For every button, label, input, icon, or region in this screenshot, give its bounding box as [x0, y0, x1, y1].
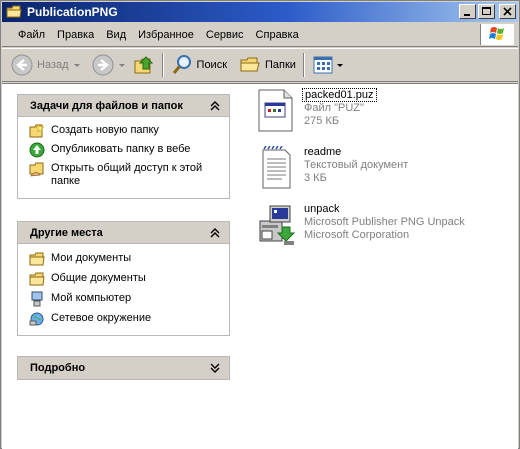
- views-icon: [313, 56, 333, 74]
- folders-label: Папки: [265, 59, 296, 71]
- forward-arrow-icon: [92, 54, 114, 76]
- close-icon: [503, 7, 512, 16]
- file-type: Текстовый документ: [304, 159, 409, 171]
- file-size: 275 КБ: [304, 115, 340, 127]
- file-item[interactable]: unpack Microsoft Publisher PNG Unpack Mi…: [256, 203, 465, 247]
- folders-button[interactable]: Папки: [236, 52, 299, 78]
- place-my-computer[interactable]: Мой компьютер: [29, 291, 229, 307]
- details-pane: Подробно: [17, 356, 230, 380]
- file-type: Microsoft Publisher PNG Unpack: [304, 216, 465, 228]
- back-button[interactable]: Назад: [8, 52, 83, 78]
- folder-icon: [6, 5, 22, 19]
- maximize-button[interactable]: [478, 4, 495, 19]
- toolbar: Назад Поиск Папки: [2, 48, 518, 82]
- place-label: Мои документы: [51, 252, 132, 264]
- place-label: Сетевое окружение: [51, 312, 152, 324]
- menu-file[interactable]: Файл: [12, 29, 51, 41]
- place-my-documents[interactable]: Мои документы: [29, 252, 229, 267]
- installer-icon: [259, 205, 296, 245]
- my-computer-icon: [31, 291, 43, 307]
- toolbar-separator: [161, 53, 164, 77]
- back-label: Назад: [37, 59, 69, 71]
- views-button[interactable]: [309, 52, 346, 78]
- folder-up-icon: [134, 56, 153, 74]
- place-network[interactable]: Сетевое окружение: [29, 312, 229, 327]
- search-label: Поиск: [196, 59, 228, 71]
- task-label: Открыть общий доступ к этой папке: [51, 162, 203, 187]
- search-button[interactable]: Поиск: [168, 52, 230, 78]
- chevron-up-icon[interactable]: [210, 228, 220, 238]
- file-type: Файл "PUZ": [304, 102, 364, 114]
- folders-icon: [240, 57, 260, 72]
- place-label: Общие документы: [51, 272, 146, 284]
- file-tasks-title: Задачи для файлов и папок: [30, 99, 183, 112]
- menu-view[interactable]: Вид: [100, 29, 132, 41]
- title-bar[interactable]: PublicationPNG: [2, 2, 518, 22]
- publish-web-icon: [29, 142, 45, 158]
- menu-favorites[interactable]: Избранное: [132, 29, 200, 41]
- toolbar-separator: [302, 53, 305, 77]
- back-arrow-icon: [11, 54, 33, 76]
- forward-dropdown-icon[interactable]: [118, 63, 125, 67]
- forward-button[interactable]: [89, 52, 128, 78]
- file-company: Microsoft Corporation: [304, 229, 410, 241]
- maximize-icon: [482, 7, 491, 15]
- details-header[interactable]: Подробно: [18, 357, 229, 379]
- chevron-up-icon[interactable]: [210, 101, 220, 111]
- menu-tools[interactable]: Сервис: [200, 29, 250, 41]
- file-tasks-pane: Задачи для файлов и папок Создать новую …: [17, 94, 230, 199]
- file-size: 3 КБ: [304, 172, 327, 184]
- share-folder-icon: [29, 162, 44, 177]
- views-dropdown-icon[interactable]: [336, 63, 343, 67]
- task-label: Создать новую папку: [51, 124, 159, 136]
- details-title: Подробно: [30, 362, 86, 374]
- minimize-button[interactable]: [459, 4, 476, 19]
- search-icon: [172, 55, 191, 74]
- up-button[interactable]: [130, 52, 158, 78]
- task-new-folder[interactable]: Создать новую папку: [29, 123, 229, 139]
- menu-edit[interactable]: Правка: [51, 29, 100, 41]
- minimize-icon: [464, 14, 470, 16]
- explorer-window: PublicationPNG Файл Правка Вид Избранное…: [0, 0, 520, 449]
- place-shared-documents[interactable]: Общие документы: [29, 272, 229, 287]
- back-dropdown-icon[interactable]: [73, 63, 80, 67]
- file-name: packed01.puz: [302, 88, 377, 102]
- file-tasks-header[interactable]: Задачи для файлов и папок: [18, 95, 229, 117]
- other-places-pane: Другие места Мои документы Общие докумен…: [17, 221, 230, 336]
- menu-help[interactable]: Справка: [250, 29, 305, 41]
- chevron-down-icon[interactable]: [210, 363, 220, 373]
- network-icon: [29, 312, 44, 326]
- task-publish-web[interactable]: Опубликовать папку в вебе: [29, 142, 229, 158]
- windows-logo-icon: [480, 24, 514, 45]
- file-item[interactable]: packed01.puz Файл "PUZ" 275 КБ: [256, 88, 377, 133]
- file-name: unpack: [304, 203, 340, 215]
- file-name: readme: [304, 146, 342, 158]
- file-item[interactable]: readme Текстовый документ 3 КБ: [256, 146, 408, 190]
- menu-bar: Файл Правка Вид Избранное Сервис Справка: [2, 23, 518, 47]
- shared-documents-icon: [29, 272, 45, 286]
- my-documents-icon: [29, 252, 45, 266]
- task-share-folder[interactable]: Открыть общий доступ к этой папке: [29, 162, 229, 188]
- window-title: PublicationPNG: [27, 5, 118, 19]
- new-folder-icon: [29, 123, 45, 138]
- other-places-title: Другие места: [30, 226, 103, 239]
- text-document-icon: [262, 146, 291, 189]
- task-label: Опубликовать папку в вебе: [51, 143, 191, 155]
- place-label: Мой компьютер: [51, 292, 132, 304]
- content-area: Задачи для файлов и папок Создать новую …: [2, 83, 518, 449]
- close-button[interactable]: [499, 4, 516, 19]
- other-places-header[interactable]: Другие места: [18, 222, 229, 244]
- puz-file-icon: [258, 89, 293, 132]
